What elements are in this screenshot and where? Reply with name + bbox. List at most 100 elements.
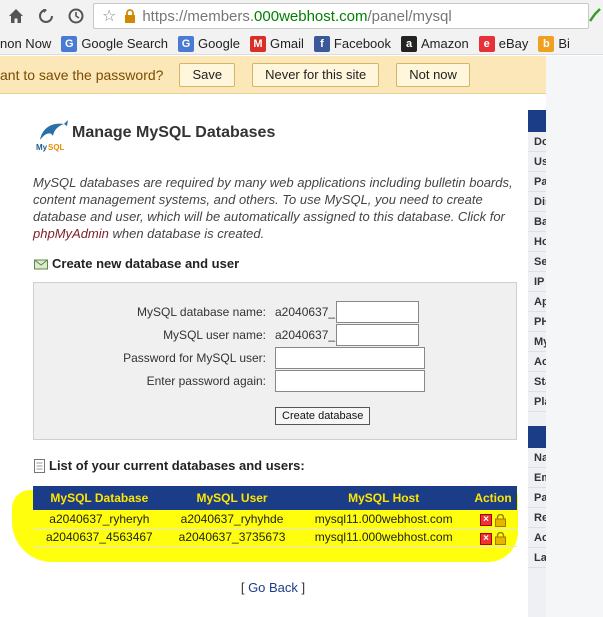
go-back-link[interactable]: Go Back xyxy=(248,580,298,595)
bookmark-label: Google Search xyxy=(81,36,169,51)
sidebar-item[interactable]: La xyxy=(528,548,546,568)
sidebar-group-header xyxy=(528,426,546,448)
cell-host: mysql11.000webhost.com xyxy=(298,510,469,529)
password-again-input[interactable] xyxy=(275,370,425,392)
google-icon: G xyxy=(61,35,78,52)
sidebar-item[interactable]: IP xyxy=(528,272,546,292)
bookmark-item[interactable]: f Facebook xyxy=(313,35,391,52)
cell-database: a2040637_4563467 xyxy=(33,528,166,547)
sidebar-item[interactable]: Pa xyxy=(528,172,546,192)
bookmark-label: Bi xyxy=(558,36,570,51)
sidebar-group-header xyxy=(528,110,546,132)
bookmark-label: Amazon xyxy=(421,36,469,51)
password-again-row: Enter password again: xyxy=(34,370,518,392)
db-name-label: MySQL database name: xyxy=(137,305,266,319)
sidebar-item[interactable]: Do xyxy=(528,132,546,152)
sidebar-item[interactable]: Dis xyxy=(528,192,546,212)
bookmarks-bar: non Now G Google Search G Google M Gmail f Faceb… xyxy=(0,33,603,55)
sidebar-item[interactable]: PH xyxy=(528,312,546,332)
cell-database: a2040637_ryheryh xyxy=(33,510,166,529)
lock-icon xyxy=(124,9,136,23)
home-icon xyxy=(9,9,23,23)
sidebar-item[interactable]: Us xyxy=(528,152,546,172)
delete-icon[interactable]: × xyxy=(479,532,492,545)
bookmark-item[interactable]: non Now xyxy=(0,36,51,51)
db-name-input[interactable] xyxy=(336,301,419,323)
bookmark-label: Gmail xyxy=(269,36,304,51)
intro-paragraph: MySQL databases are required by many web… xyxy=(33,174,523,242)
col-header-user: MySQL User xyxy=(165,486,299,510)
reload-button[interactable] xyxy=(34,4,58,28)
user-name-row: MySQL user name: a2040637_ xyxy=(34,324,518,346)
table-header-row: MySQL Database MySQL User MySQL Host Act… xyxy=(33,486,517,510)
lock-icon[interactable] xyxy=(494,532,506,545)
sidebar-item[interactable]: Ac xyxy=(528,352,546,372)
sidebar-item[interactable]: Ho xyxy=(528,232,546,252)
home-button[interactable] xyxy=(4,4,28,28)
sidebar-item[interactable]: My xyxy=(528,332,546,352)
bookmark-star-icon[interactable]: ☆ xyxy=(102,6,116,26)
user-name-input[interactable] xyxy=(336,324,419,346)
page-gutter xyxy=(546,56,603,617)
bookmark-item[interactable]: a Amazon xyxy=(401,35,469,52)
sidebar-item[interactable]: Pla xyxy=(528,392,546,412)
create-section-title: Create new database and user xyxy=(52,256,240,271)
bookmark-item[interactable]: M Gmail xyxy=(249,35,304,52)
sidebar-item[interactable]: Ba xyxy=(528,212,546,232)
gmail-icon: M xyxy=(249,35,266,52)
go-back-bracket-close: ] xyxy=(297,580,306,595)
document-icon xyxy=(34,458,45,473)
cell-host: mysql11.000webhost.com xyxy=(298,528,469,547)
go-back-wrapper: [ Go Back ] xyxy=(0,580,546,595)
sidebar-item[interactable]: Em xyxy=(528,468,546,488)
browser-toolbar: ☆ https://members. 000webhost.com/panel/m… xyxy=(0,0,603,33)
go-back-bracket-open: [ xyxy=(240,580,249,595)
history-button[interactable] xyxy=(64,4,88,28)
databases-table: MySQL Database MySQL User MySQL Host Act… xyxy=(33,486,517,547)
phpmyadmin-link[interactable]: phpMyAdmin xyxy=(33,226,109,241)
sidebar-item[interactable]: Ap xyxy=(528,292,546,312)
save-password-bar: ant to save the password? Save Never for… xyxy=(0,56,546,94)
url-path: /panel/mysql xyxy=(367,7,452,25)
reload-icon xyxy=(39,9,53,23)
sidebar-item[interactable]: Ac xyxy=(528,528,546,548)
db-name-row: MySQL database name: a2040637_ xyxy=(34,301,518,323)
user-name-label: MySQL user name: xyxy=(163,328,266,342)
bookmark-item[interactable]: G Google Search xyxy=(61,35,169,52)
mysql-logo: My SQL xyxy=(34,118,72,155)
page-title: Manage MySQL Databases xyxy=(72,124,276,141)
password-again-label: Enter password again: xyxy=(146,374,266,388)
extension-icon[interactable] xyxy=(588,8,601,25)
svg-text:My: My xyxy=(36,143,48,152)
save-password-button[interactable]: Save xyxy=(179,62,236,87)
cell-action: × xyxy=(468,510,517,529)
sidebar-item[interactable]: Sta xyxy=(528,372,546,392)
envelope-icon xyxy=(34,258,48,270)
save-password-prompt: ant to save the password? xyxy=(0,66,164,83)
list-section-heading: List of your current databases and users… xyxy=(34,458,305,473)
delete-icon[interactable]: × xyxy=(479,514,492,526)
google-icon: G xyxy=(178,35,195,52)
create-database-button[interactable]: Create database xyxy=(275,407,371,425)
col-header-host: MySQL Host xyxy=(298,486,469,510)
sidebar-item[interactable]: Re xyxy=(528,508,546,528)
url-host: 000webhost.com xyxy=(254,7,368,25)
bookmark-item[interactable]: G Google xyxy=(178,35,240,52)
url-prefix: https://members. xyxy=(142,7,255,25)
facebook-icon: f xyxy=(313,35,330,52)
cell-action: × xyxy=(468,528,517,547)
lock-icon[interactable] xyxy=(494,513,506,527)
bookmark-item[interactable]: e eBay xyxy=(478,35,528,52)
table-row: a2040637_4563467 a2040637_3735673 mysql1… xyxy=(33,528,517,547)
intro-tail: when database is created. xyxy=(108,226,265,241)
address-bar[interactable]: ☆ https://members. 000webhost.com/panel/m… xyxy=(93,3,589,29)
bookmark-item[interactable]: b Bi xyxy=(538,35,570,52)
password-row: Password for MySQL user: xyxy=(34,347,518,369)
sidebar-item[interactable]: Pa xyxy=(528,488,546,508)
sidebar-item[interactable]: Na xyxy=(528,448,546,468)
sidebar-item[interactable]: Se xyxy=(528,252,546,272)
never-save-button[interactable]: Never for this site xyxy=(252,62,380,87)
password-input[interactable] xyxy=(275,347,425,369)
not-now-button[interactable]: Not now xyxy=(396,62,470,87)
password-label: Password for MySQL user: xyxy=(123,351,266,365)
